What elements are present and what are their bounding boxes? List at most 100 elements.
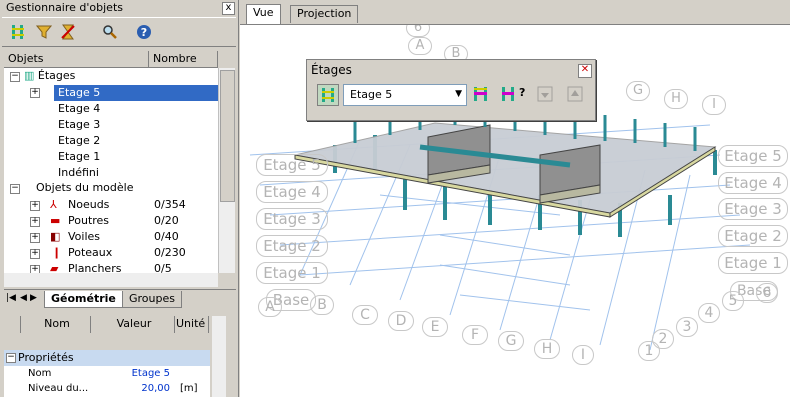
- col-objects[interactable]: Objets: [4, 51, 149, 67]
- tree-item-undefined[interactable]: Indéfini: [58, 165, 99, 181]
- grid-letter: H: [534, 339, 560, 359]
- floor-dropdown-value: Etage 5: [350, 88, 393, 101]
- tree-item-etage3[interactable]: Etage 3: [58, 117, 100, 133]
- filter-icon[interactable]: [34, 22, 54, 42]
- col-unite[interactable]: Unité: [172, 316, 209, 333]
- prop-name-value[interactable]: Etage 5: [114, 366, 170, 382]
- grid-number: 3: [676, 317, 698, 337]
- count-beams: 0/20: [154, 214, 179, 227]
- tree-model-objects[interactable]: Objets du modèle: [36, 180, 133, 196]
- level-label-left: Etage 4: [256, 181, 328, 203]
- tree-vertical-scrollbar[interactable]: [218, 68, 235, 273]
- beam-icon: ▬: [50, 214, 61, 227]
- tab-groupes[interactable]: Groupes: [122, 291, 182, 308]
- grid-letter-top: A: [408, 37, 432, 55]
- grid-letter: F: [462, 325, 488, 345]
- collapse-icon[interactable]: −: [10, 184, 20, 194]
- floors-toolbar: Étages ✕ Etage 5 ▼ ?: [306, 59, 596, 121]
- floors-icon[interactable]: [8, 22, 28, 42]
- search-icon[interactable]: [100, 22, 120, 42]
- tree-item-etage5[interactable]: Etage 5: [54, 85, 218, 101]
- panel-toolbar: ?: [2, 17, 236, 47]
- properties-header: Nom Valeur Unité: [4, 316, 210, 350]
- expand-icon[interactable]: +: [30, 217, 40, 227]
- wall-icon: ◧: [50, 230, 61, 243]
- grid-letter: C: [352, 305, 378, 325]
- tab-nav-prev-icon[interactable]: ◀: [20, 293, 27, 303]
- col-valeur[interactable]: Valeur: [90, 316, 175, 333]
- tab-vue[interactable]: Vue: [246, 4, 281, 24]
- grid-letter-top: G: [626, 81, 650, 101]
- tree-header: Objets Nombre d'...: [4, 51, 218, 81]
- properties-scrollbar[interactable]: [212, 316, 226, 397]
- floor-select-icon[interactable]: [317, 84, 339, 106]
- level-label-right: Etage 4: [718, 172, 788, 194]
- expand-icon[interactable]: +: [30, 265, 40, 273]
- tree-item-etage4[interactable]: Etage 4: [58, 101, 100, 117]
- expand-icon[interactable]: +: [30, 249, 40, 259]
- prop-level-value[interactable]: 20,00: [114, 381, 170, 397]
- grid-letter-top: H: [664, 89, 688, 109]
- panel-tabs: |◀ ◀ ▶ Géométrie Groupes: [4, 289, 236, 308]
- column-icon: ❙: [52, 246, 62, 259]
- tree-item-etage2[interactable]: Etage 2: [58, 133, 100, 149]
- tree-item-beams[interactable]: Poutres: [68, 213, 109, 229]
- level-label-right: Etage 1: [718, 252, 788, 274]
- properties-section[interactable]: − Propriétés: [4, 350, 210, 366]
- col-count[interactable]: Nombre d'...: [149, 51, 218, 81]
- chevron-down-icon[interactable]: ▼: [455, 89, 462, 99]
- grid-letter-top: 6: [406, 25, 430, 37]
- expand-icon[interactable]: +: [30, 233, 40, 243]
- expand-icon[interactable]: +: [30, 88, 40, 98]
- help-icon[interactable]: ?: [134, 22, 154, 42]
- tree-horizontal-scrollbar[interactable]: [4, 273, 218, 287]
- view-tabs: Vue Projection: [240, 0, 790, 25]
- close-icon[interactable]: ✕: [578, 64, 592, 78]
- svg-text:?: ?: [141, 26, 147, 39]
- expand-icon[interactable]: +: [30, 201, 40, 211]
- level-label-right: Etage 2: [718, 225, 788, 247]
- tree-item-nodes[interactable]: Noeuds: [68, 197, 109, 213]
- floors-active-icon[interactable]: [471, 84, 493, 104]
- tab-projection[interactable]: Projection: [290, 5, 359, 23]
- grid-letter: I: [572, 345, 594, 365]
- close-icon[interactable]: x: [222, 2, 235, 15]
- panel-title: Gestionnaire d'objets: [6, 1, 123, 14]
- grid-number: 2: [652, 329, 674, 349]
- prop-level-unit: [m]: [180, 383, 198, 394]
- floors-toolbar-title: Étages: [311, 63, 352, 77]
- grid-number: 5: [722, 291, 744, 311]
- tab-nav-next-icon[interactable]: ▶: [30, 293, 37, 303]
- floor-down-icon[interactable]: [535, 84, 555, 104]
- grid-letter: A: [258, 297, 282, 317]
- svg-text:?: ?: [519, 86, 525, 99]
- collapse-icon[interactable]: −: [10, 72, 20, 82]
- tab-geometrie[interactable]: Géométrie: [44, 291, 123, 308]
- tree-item-walls[interactable]: Voiles: [68, 229, 100, 245]
- hourglass-filter-icon[interactable]: [58, 22, 78, 42]
- floors-query-icon[interactable]: ?: [499, 84, 525, 104]
- collapse-icon[interactable]: −: [6, 353, 16, 363]
- prop-name-label: Nom: [28, 368, 52, 379]
- level-label-left: Etage 2: [256, 235, 328, 257]
- tree-etages[interactable]: ▥ Étages: [24, 68, 75, 84]
- floor-dropdown[interactable]: Etage 5 ▼: [343, 84, 467, 106]
- level-label-right: Etage 5: [718, 145, 788, 167]
- grid-letter: B: [310, 295, 334, 315]
- grid-number: 6: [756, 283, 778, 303]
- count-walls: 0/40: [154, 230, 179, 243]
- grid-letter: G: [498, 331, 524, 351]
- floor-up-icon[interactable]: [565, 84, 585, 104]
- tree-item-slabs[interactable]: Planchers: [68, 261, 121, 273]
- count-columns: 0/230: [154, 246, 186, 259]
- grid-letter-top: I: [702, 95, 726, 115]
- tree-item-columns[interactable]: Poteaux: [68, 245, 112, 261]
- tree-item-etage1[interactable]: Etage 1: [58, 149, 100, 165]
- object-tree: − ▥ Étages + Etage 5 Etage 4 Etage 3 Eta…: [4, 68, 218, 273]
- scroll-thumb[interactable]: [220, 70, 235, 202]
- level-label-left: Etage 5: [256, 154, 328, 176]
- level-label-left: Etage 3: [256, 208, 328, 230]
- col-nom[interactable]: Nom: [20, 316, 91, 333]
- tab-nav-first-icon[interactable]: |◀: [6, 293, 16, 303]
- level-label-right: Etage 3: [718, 198, 788, 220]
